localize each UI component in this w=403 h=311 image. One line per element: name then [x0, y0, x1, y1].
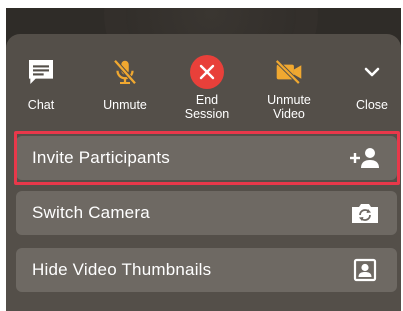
end-session-icon: [189, 54, 225, 90]
portrait-icon: [349, 256, 381, 284]
switch-camera-label: Switch Camera: [32, 203, 150, 222]
close-button[interactable]: Close: [337, 48, 403, 130]
unmute-label: Unmute: [103, 98, 147, 112]
end-session-label: End Session: [184, 93, 230, 121]
unmute-video-button[interactable]: Unmute Video: [254, 48, 324, 130]
unmute-video-label: Unmute Video: [267, 93, 311, 121]
mic-off-icon: [107, 54, 143, 90]
chat-icon: [23, 54, 59, 90]
close-label: Close: [356, 98, 388, 112]
chat-label: Chat: [27, 98, 55, 112]
hide-video-thumbnails-label: Hide Video Thumbnails: [32, 260, 212, 279]
end-session-button[interactable]: End Session: [172, 48, 242, 130]
close-circle: [190, 55, 224, 89]
chevron-down-icon: [354, 54, 390, 90]
switch-camera-button[interactable]: Switch Camera: [16, 191, 397, 235]
switch-camera-icon: [349, 199, 381, 227]
hide-video-thumbnails-button[interactable]: Hide Video Thumbnails: [16, 248, 397, 292]
add-person-icon: [349, 144, 381, 172]
invite-participants-label: Invite Participants: [32, 148, 170, 167]
chat-button[interactable]: Chat: [6, 48, 76, 130]
invite-participants-button[interactable]: Invite Participants: [16, 136, 397, 180]
video-off-icon: [271, 54, 307, 90]
toolbar: Chat Unmute End Session Unmute Video Clo…: [6, 48, 401, 130]
unmute-button[interactable]: Unmute: [90, 48, 160, 130]
